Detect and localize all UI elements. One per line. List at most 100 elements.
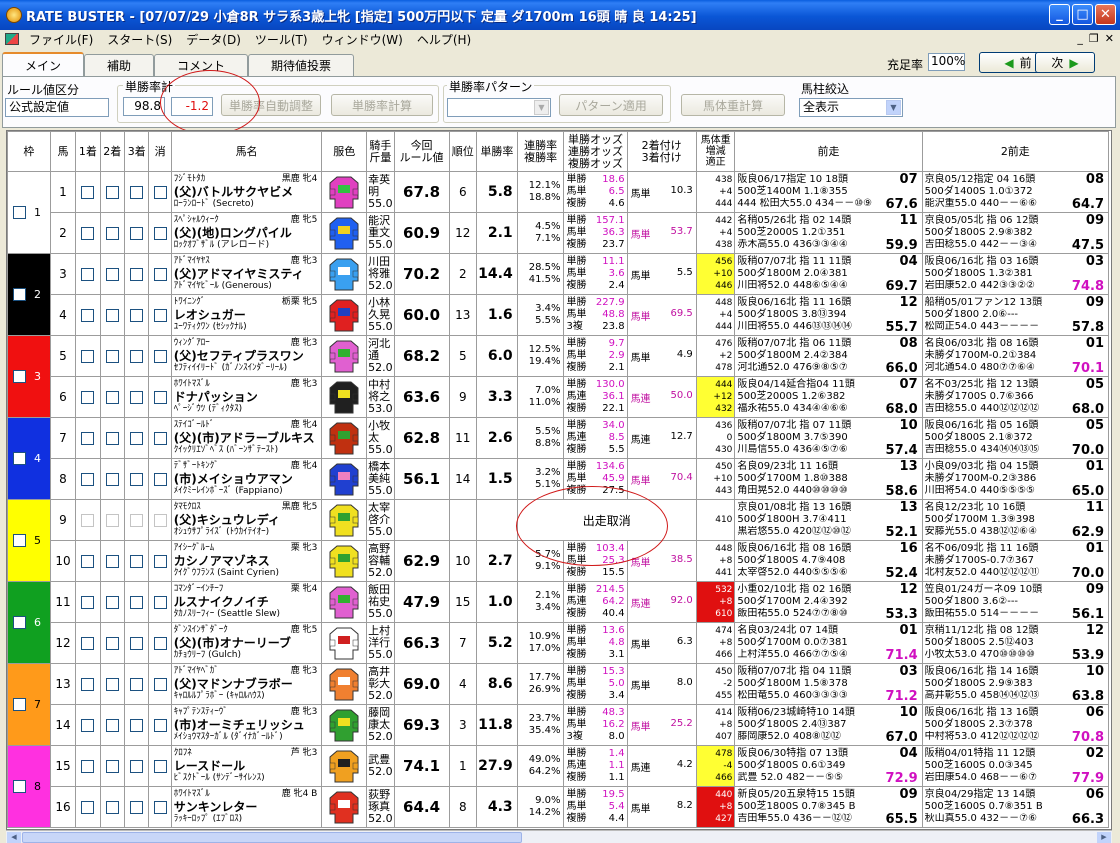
check-3rd[interactable] — [130, 431, 144, 445]
check-1st[interactable] — [81, 513, 95, 527]
header-waku[interactable]: 枠 — [7, 131, 51, 172]
check-3rd[interactable] — [130, 226, 144, 240]
horse-name-cell[interactable]: ﾎﾜｲﾄﾏｽﾞﾙ 鹿 牝3 ドナパッション ﾍﾟｰｼﾞｳﾂ (ﾃﾞｨｸﾀｽ) — [170, 376, 323, 418]
minimize-button[interactable]: _ — [1049, 4, 1070, 25]
horse-name-cell[interactable]: ｽﾍﾟｼｬﾙｳｨｰｸ 鹿 牝5 (父)(地)ロングパイル ﾛｯｸｵﾌﾞｻﾞﾙ (アレロ… — [170, 212, 323, 254]
horse-name-cell[interactable]: ｱｲｼｰｸﾞﾙｰﾑ 栗 牝3 カシノアマゾネス ｸｲｸﾞｳﾌﾗﾝｽ (Saint Cy… — [170, 540, 323, 582]
prev1-race-cell[interactable]: 阪良06/16北 指 08 16頭 16 500ダ1800S 4.7⑨408 太宰啓5… — [734, 540, 923, 582]
check-2nd[interactable] — [105, 390, 119, 404]
horse-name-cell[interactable]: ｷｬﾌﾟﾃﾝｽﾃｨｰｳﾞ 鹿 牝3 (市)オーミチェリッシュ ﾒｲｼｮｳﾏｽﾀｰｶﾞﾙ… — [170, 704, 323, 746]
rule-value[interactable]: 69.3 — [393, 704, 450, 746]
prev2-race-cell[interactable]: 京稍11/12北 指 08 12頭 12 500ダ1800S 2.5⑫403 小牧太5… — [921, 622, 1110, 664]
check-3rd[interactable] — [130, 185, 144, 199]
check-scratch[interactable] — [153, 595, 167, 609]
check-2nd[interactable] — [105, 472, 119, 486]
check-scratch[interactable] — [153, 513, 167, 527]
check-1st[interactable] — [81, 185, 95, 199]
header-horse-name[interactable]: 馬名 — [170, 131, 323, 172]
rule-value[interactable]: 69.0 — [393, 663, 450, 705]
check-3rd[interactable] — [130, 595, 144, 609]
header-body-weight[interactable]: 馬体重 増減 適正 — [695, 131, 736, 172]
rule-select[interactable]: 公式設定値 — [5, 98, 109, 117]
header-pair[interactable]: 2着付け 3着付け — [626, 131, 697, 172]
rule-value[interactable]: 70.2 — [393, 253, 450, 295]
header-uma[interactable]: 馬 — [49, 131, 77, 172]
rule-value[interactable]: 64.4 — [393, 786, 450, 828]
check-1st[interactable] — [81, 226, 95, 240]
check-scratch[interactable] — [153, 759, 167, 773]
check-scratch[interactable] — [153, 636, 167, 650]
win-rate[interactable]: 14.4 — [476, 253, 518, 295]
prev2-race-cell[interactable]: 阪良06/16北 指 05 16頭 05 500ダ1800S 2.1⑧372 吉田稔5… — [921, 417, 1110, 459]
horse-name-cell[interactable]: ｽﾃｲｺﾞｰﾙﾄﾞ 鹿 牝4 (父)(市)アドラーブルキス ｸｲｯｸﾘｴｿﾞﾍﾞｽ (… — [170, 417, 323, 459]
mdi-minimize-icon[interactable]: _ — [1077, 32, 1083, 45]
tab-expected-value[interactable]: 期待値投票 — [248, 54, 355, 76]
check-3rd[interactable] — [130, 267, 144, 281]
prev2-race-cell[interactable]: 阪良06/16北 指 13 16頭 06 500ダ1800S 2.3⑦378 中村将5… — [921, 704, 1110, 746]
check-2nd[interactable] — [105, 267, 119, 281]
check-2nd[interactable] — [105, 226, 119, 240]
maximize-button[interactable]: □ — [1072, 4, 1093, 25]
header-rule-value[interactable]: 今回 ルール値 — [393, 131, 450, 172]
check-scratch[interactable] — [153, 472, 167, 486]
rule-value[interactable]: 66.3 — [393, 622, 450, 664]
check-1st[interactable] — [81, 431, 95, 445]
check-scratch[interactable] — [153, 349, 167, 363]
menu-data[interactable]: データ(D) — [179, 31, 248, 48]
horse-name-cell[interactable]: ｸﾛﾌﾈ 芦 牝3 レースドール ﾋﾞｽｸﾄﾞｰﾙ (ｻﾝﾃﾞｰｻｲﾚﾝｽ) — [170, 745, 323, 787]
mdi-close-icon[interactable]: ✕ — [1105, 32, 1114, 45]
prev1-race-cell[interactable]: 阪良04/14延合指04 11頭 07 500芝2000S 1.2⑥382 福永祐55… — [734, 376, 923, 418]
check-3rd[interactable] — [130, 349, 144, 363]
header-3rd[interactable]: 3着 — [123, 131, 150, 172]
horse-name-cell[interactable]: ﾌｼﾞﾓﾄﾀｶ 黒鹿 牝4 (父)バトルサクヤビメ ﾛｰﾗﾝﾛｰﾄﾞ (Secreto… — [170, 171, 323, 213]
menu-window[interactable]: ウィンドウ(W) — [315, 31, 410, 48]
check-2nd[interactable] — [105, 759, 119, 773]
prev1-race-cell[interactable]: 小重02/10北 指 02 16頭 12 500ダ1700M 2.4④392 飯田祐5… — [734, 581, 923, 623]
check-3rd[interactable] — [130, 554, 144, 568]
prev2-race-cell[interactable]: 阪良06/16北 指 14 16頭 10 500ダ1800S 2.9⑨383 高井彰5… — [921, 663, 1110, 705]
check-1st[interactable] — [81, 718, 95, 732]
calc-win-rate-button[interactable]: 単勝率計算 — [331, 94, 433, 116]
prev2-race-cell[interactable]: 名良06/03北 指 08 16頭 01 未勝ダ1700M-0.2①384 河北通54… — [921, 335, 1110, 377]
check-1st[interactable] — [81, 267, 95, 281]
rule-value[interactable]: 60.9 — [393, 212, 450, 254]
check-3rd[interactable] — [130, 759, 144, 773]
waku-checkbox[interactable] — [13, 369, 26, 383]
rule-value[interactable]: 62.9 — [393, 540, 450, 582]
horse-name-cell[interactable]: ﾎﾜｲﾄﾏｽﾞﾙ 鹿 牝4 B サンキンレター ﾗｯｷｰﾛｯﾌﾟ (ｴﾌﾞﾛｽ) — [170, 786, 323, 828]
prev2-race-cell[interactable]: 京良04/29指定 13 14頭 06 500芝1600S 0.7⑧351 B 秋山真… — [921, 786, 1110, 828]
filter-select[interactable]: 全表示 ▼ — [799, 98, 903, 117]
check-1st[interactable] — [81, 390, 95, 404]
body-weight-calc-button[interactable]: 馬体重計算 — [681, 94, 785, 116]
check-2nd[interactable] — [105, 554, 119, 568]
tab-main[interactable]: メイン — [2, 52, 85, 76]
scroll-left-icon[interactable]: ◀ — [7, 832, 21, 843]
waku-checkbox[interactable] — [13, 205, 26, 219]
prev1-race-cell[interactable]: 阪良06/16北 指 11 16頭 12 500ダ1800S 3.8⑬394 川田将5… — [734, 294, 923, 336]
win-rate[interactable]: 11.8 — [476, 704, 518, 746]
check-3rd[interactable] — [130, 308, 144, 322]
horse-name-cell[interactable]: ｱﾄﾞﾏｲﾔﾔｽ 鹿 牝3 (父)アドマイヤミスティ ｱﾄﾞﾏｲﾔﾋﾞｰﾙ (Gene… — [170, 253, 323, 295]
horse-name-cell[interactable]: ｱﾄﾞﾏｲﾔﾍﾞｶﾞ 鹿 牝3 (父)マドンナブラボー ｷｬﾛﾙﾙﾌﾟﾗﾎﾞｰ (ｷｬ… — [170, 663, 323, 705]
prev1-race-cell[interactable]: 名良03/24北 07 14頭 01 500ダ1700M 0.0⑦381 上村洋55.… — [734, 622, 923, 664]
check-3rd[interactable] — [130, 513, 144, 527]
rule-value[interactable]: 68.2 — [393, 335, 450, 377]
scroll-right-icon[interactable]: ▶ — [1097, 832, 1111, 843]
prev1-race-cell[interactable]: 新良05/20五泉特15 15頭 09 500芝1800S 0.7⑧345 B 吉田隼… — [734, 786, 923, 828]
check-3rd[interactable] — [130, 800, 144, 814]
header-ren-rate[interactable]: 連勝率 複勝率 — [516, 131, 565, 172]
check-2nd[interactable] — [105, 349, 119, 363]
win-rate[interactable]: 3.3 — [476, 376, 518, 418]
menu-tools[interactable]: ツール(T) — [248, 31, 315, 48]
check-3rd[interactable] — [130, 472, 144, 486]
prev2-race-cell[interactable]: 船稍05/01ファン12 13頭 09 500ダ1800 2.0⑥--- 松岡正54.… — [921, 294, 1110, 336]
prev1-race-cell[interactable]: 阪稍07/07北 指 04 11頭 03 500ダ1800M 1.5⑧378 松田竜5… — [734, 663, 923, 705]
check-3rd[interactable] — [130, 718, 144, 732]
prev2-race-cell[interactable]: 笠良01/24ガーネ09 10頭 09 500ダ1800 3.6②--- 飯田祐55.… — [921, 581, 1110, 623]
horse-name-cell[interactable]: ｳｨﾝｸﾞｱﾛｰ 鹿 牝3 (父)セフティプラスワン ｾﾌﾃｨｲｲﾘｰﾄﾞ (ｶﾞﾉﾝ… — [170, 335, 323, 377]
check-2nd[interactable] — [105, 636, 119, 650]
check-scratch[interactable] — [153, 554, 167, 568]
check-1st[interactable] — [81, 677, 95, 691]
rule-value[interactable]: 63.6 — [393, 376, 450, 418]
horse-name-cell[interactable]: ﾀﾏﾓｸﾛｽ 黒鹿 牝5 (父)キシュウレディ ｵｼｭｳｻﾌﾟﾗｲｽﾞ (ﾄｳｶｲﾃｲ… — [170, 499, 323, 541]
